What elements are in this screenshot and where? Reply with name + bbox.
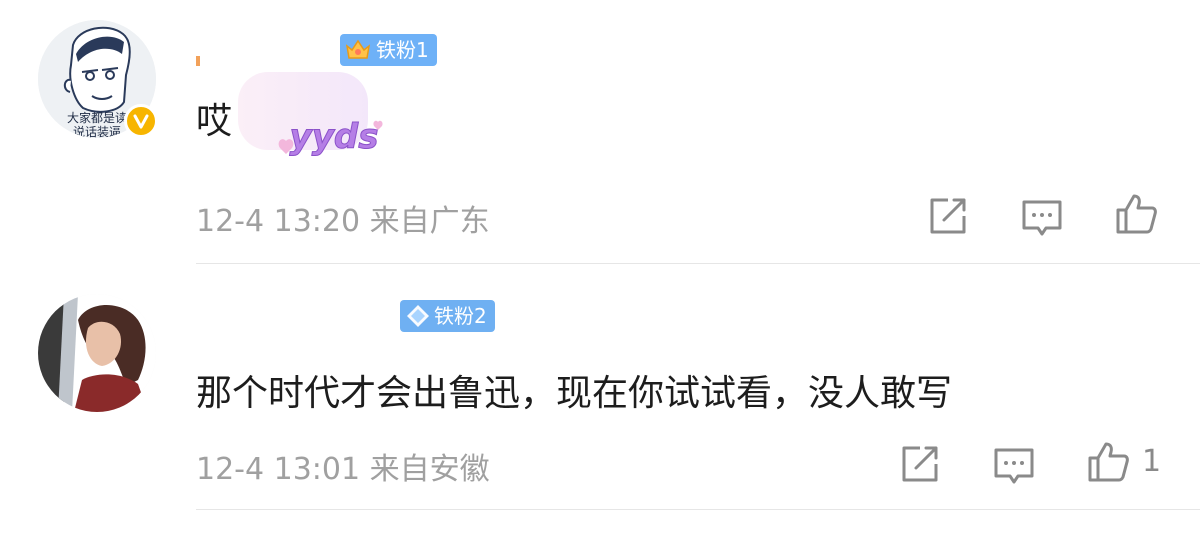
share-icon [902, 446, 938, 482]
avatar[interactable] [38, 294, 156, 412]
share-button[interactable] [898, 442, 942, 486]
comment-meta: 12-4 13:20 来自广东 [196, 196, 490, 240]
comment-text: 哎 [196, 101, 233, 142]
fan-badge[interactable]: 铁粉1 [340, 34, 437, 66]
like-button[interactable] [1114, 192, 1158, 236]
reply-button[interactable] [992, 444, 1036, 488]
comment-time: 12-4 13:20 [196, 204, 361, 239]
reply-icon [1022, 200, 1062, 236]
thumb-up-icon [1116, 194, 1157, 234]
like-count: 1 [1142, 444, 1162, 479]
avatar-photo-image [38, 294, 156, 412]
svg-text:说话装逼: 说话装逼 [73, 124, 121, 138]
reply-button[interactable] [1020, 196, 1064, 240]
svg-text:大家都是读: 大家都是读 [67, 110, 127, 125]
comment-time: 12-4 13:01 [196, 452, 361, 487]
comment-item: 铁粉2 那个时代才会出鲁迅，现在你试试看，没人敢写 12-4 13:01 来自安… [0, 264, 1200, 510]
crown-icon [345, 39, 371, 59]
comment-location: 来自广东 [369, 204, 490, 239]
comment-text: 那个时代才会出鲁迅，现在你试试看，没人敢写 [196, 373, 953, 414]
fan-badge-label: 铁粉1 [376, 38, 429, 62]
comment-list: 大家都是读 说话装逼 铁粉1 哎 yyds 12-4 13:20 来自广东 铁粉… [0, 0, 1200, 534]
comment-item: 大家都是读 说话装逼 铁粉1 哎 yyds 12-4 13:20 来自广东 [0, 0, 1200, 264]
like-button[interactable] [1086, 440, 1130, 484]
fan-badge-label: 铁粉2 [434, 304, 487, 328]
diamond-icon [407, 305, 429, 327]
fan-badge[interactable]: 铁粉2 [400, 300, 495, 332]
svg-text:yyds: yyds [290, 117, 379, 157]
share-button[interactable] [926, 194, 970, 238]
reply-icon [994, 448, 1034, 484]
thumb-up-icon [1088, 442, 1129, 482]
divider [196, 509, 1200, 510]
yyds-sticker: yyds [278, 117, 383, 158]
verified-icon [124, 104, 158, 138]
comment-location: 来自安徽 [369, 452, 490, 487]
username[interactable] [196, 56, 346, 66]
comment-meta: 12-4 13:01 来自安徽 [196, 444, 490, 488]
share-icon [930, 198, 966, 234]
